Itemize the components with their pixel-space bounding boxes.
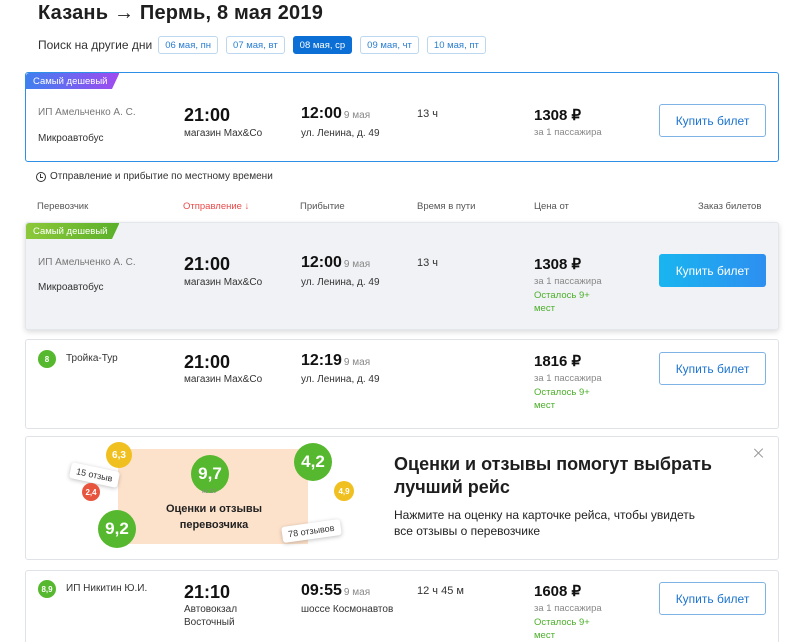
date-search-label: Поиск на другие дни — [38, 38, 153, 52]
promo-card-title-line-1: Оценки и отзывы — [165, 503, 263, 515]
rating-bubble-4-2: 4,2 — [294, 443, 332, 481]
departure-place-line-2: Восточный — [184, 617, 235, 628]
cheapest-badge: Самый дешевый — [26, 73, 120, 89]
arrival-date: 9 мая — [343, 110, 371, 121]
promo-text-line-2: все отзывы о перевозчике — [394, 524, 541, 538]
rating-bubble-6-3: 6,3 — [106, 442, 132, 468]
date-chip-10[interactable]: 10 мая, пт — [426, 36, 486, 54]
rating-main-sub: из 10 — [202, 489, 217, 495]
arrival-time: 09:55 — [301, 582, 342, 599]
date-chip-07[interactable]: 07 мая, вт — [226, 36, 285, 54]
arrival-time: 12:00 — [301, 105, 342, 122]
promo-card-title-line-2: перевозчика — [179, 519, 249, 531]
column-booking: Заказ билетов — [698, 201, 762, 212]
buy-ticket-button[interactable]: Купить билет — [659, 582, 766, 615]
column-price[interactable]: Цена от — [534, 201, 569, 212]
departure-time: 21:00 — [184, 254, 231, 274]
close-icon[interactable] — [754, 448, 764, 458]
promo-heading-line-2: лучший рейс — [394, 477, 510, 497]
trip-duration: 13 ч — [417, 108, 439, 120]
price: 1308 ₽ — [534, 256, 582, 273]
arrival-time-row: 12:19 9 мая — [301, 352, 370, 370]
buy-ticket-button[interactable]: Купить билет — [659, 352, 766, 385]
date-chip-08-selected[interactable]: 08 мая, ср — [292, 36, 353, 54]
seats-left: Осталось 9+ мест — [534, 616, 590, 642]
seats-left-line-2: мест — [534, 400, 555, 411]
per-passenger: за 1 пассажира — [534, 373, 602, 384]
departure-place: магазин Max&Co — [184, 277, 263, 288]
arrival-date: 9 мая — [343, 587, 371, 598]
top-trip-card[interactable]: Самый дешевый ИП Амельченко А. С. Микроа… — [25, 72, 779, 162]
per-passenger: за 1 пассажира — [534, 276, 602, 287]
departure-place: магазин Max&Co — [184, 374, 263, 385]
column-duration[interactable]: Время в пути — [417, 201, 475, 212]
arrival-place: ул. Ленина, д. 49 — [301, 277, 380, 288]
carrier-name[interactable]: Тройка-Тур — [66, 353, 118, 364]
page-title: Казань → Пермь, 8 мая 2019 — [38, 2, 324, 24]
arrival-place: шоссе Космонавтов — [301, 604, 394, 615]
carrier-rating[interactable]: 8,9 — [38, 580, 56, 598]
rating-bubble-4-9: 4,9 — [334, 481, 354, 501]
trip-card-2[interactable]: 8 Тройка-Тур 21:00 магазин Max&Co 12:19 9… — [25, 339, 779, 429]
arrival-time-row: 12:00 9 мая — [301, 254, 370, 272]
column-departure-sorted[interactable]: Отправление ↓ — [183, 201, 249, 212]
price: 1816 ₽ — [534, 353, 582, 370]
departure-place-line-1: Автовокзал — [184, 604, 238, 615]
departure-time: 21:10 — [184, 582, 231, 602]
trip-duration: 12 ч 45 м — [417, 585, 464, 597]
cheapest-badge: Самый дешевый — [26, 223, 120, 239]
buy-ticket-button[interactable]: Купить билет — [659, 104, 766, 137]
seats-left: Осталось 9+ мест — [534, 289, 590, 315]
seats-left: Осталось 9+ мест — [534, 386, 590, 412]
seats-left-line-1: Осталось 9+ — [534, 290, 590, 301]
promo-heading: Оценки и отзывы помогут выбрать лучший р… — [394, 453, 712, 499]
bus-type: Микроавтобус — [38, 282, 104, 293]
seats-left-line-2: мест — [534, 630, 555, 641]
trip-card-1[interactable]: Самый дешевый ИП Амельченко А. С. Микроа… — [25, 222, 779, 330]
carrier-rating[interactable]: 8 — [38, 350, 56, 368]
per-passenger: за 1 пассажира — [534, 127, 602, 138]
arrival-date: 9 мая — [343, 357, 371, 368]
promo-card-title: Оценки и отзывы перевозчика — [130, 501, 298, 533]
clock-icon — [36, 171, 46, 182]
date-chip-09[interactable]: 09 мая, чт — [360, 36, 419, 54]
departure-place: магазин Max&Co — [184, 128, 263, 139]
buy-ticket-button[interactable]: Купить билет — [659, 254, 766, 287]
rating-bubble-2-4: 2,4 — [82, 483, 100, 501]
seats-left-line-2: мест — [534, 303, 555, 314]
date-search: Поиск на другие дни 06 мая, пн 07 мая, в… — [38, 36, 494, 54]
price: 1308 ₽ — [534, 107, 582, 124]
arrival-time-row: 12:00 9 мая — [301, 105, 370, 123]
arrival-place: ул. Ленина, д. 49 — [301, 128, 380, 139]
departure-place: Автовокзал Восточный — [184, 603, 237, 629]
carrier-name[interactable]: ИП Амельченко А. С. — [38, 257, 136, 268]
arrival-date: 9 мая — [343, 259, 371, 270]
seats-left-line-1: Осталось 9+ — [534, 617, 590, 628]
departure-time: 21:00 — [184, 105, 231, 125]
bus-type: Микроавтобус — [38, 133, 104, 144]
price: 1608 ₽ — [534, 583, 582, 600]
arrival-place: ул. Ленина, д. 49 — [301, 374, 380, 385]
column-arrival[interactable]: Прибытие — [300, 201, 345, 212]
carrier-name[interactable]: ИП Никитин Ю.И. — [66, 583, 147, 594]
arrival-time: 12:00 — [301, 254, 342, 271]
promo-heading-line-1: Оценки и отзывы помогут выбрать — [394, 454, 712, 474]
arrival-time-row: 09:55 9 мая — [301, 582, 370, 600]
promo-text: Нажмите на оценку на карточке рейса, что… — [394, 507, 695, 539]
reviews-promo: 15 отзыв 6,3 2,4 9,2 9,7 из 10 Оценки и … — [25, 436, 779, 560]
rating-bubble-9-7: 9,7 — [191, 455, 229, 493]
arrival-time: 12:19 — [301, 352, 342, 369]
seats-left-line-1: Осталось 9+ — [534, 387, 590, 398]
date-chip-06[interactable]: 06 мая, пн — [158, 36, 219, 54]
per-passenger: за 1 пассажира — [534, 603, 602, 614]
rating-main-value: 9,7 — [198, 464, 222, 483]
local-time-note: Отправление и прибытие по местному време… — [36, 171, 273, 182]
trip-card-3[interactable]: 8,9 ИП Никитин Ю.И. 21:10 Автовокзал Вос… — [25, 570, 779, 642]
carrier-name[interactable]: ИП Амельченко А. С. — [38, 107, 136, 118]
trip-duration: 13 ч — [417, 257, 439, 269]
local-time-note-text: Отправление и прибытие по местному време… — [50, 171, 273, 182]
promo-text-line-1: Нажмите на оценку на карточке рейса, что… — [394, 508, 696, 522]
column-carrier[interactable]: Перевозчик — [37, 201, 88, 212]
departure-time: 21:00 — [184, 352, 231, 372]
